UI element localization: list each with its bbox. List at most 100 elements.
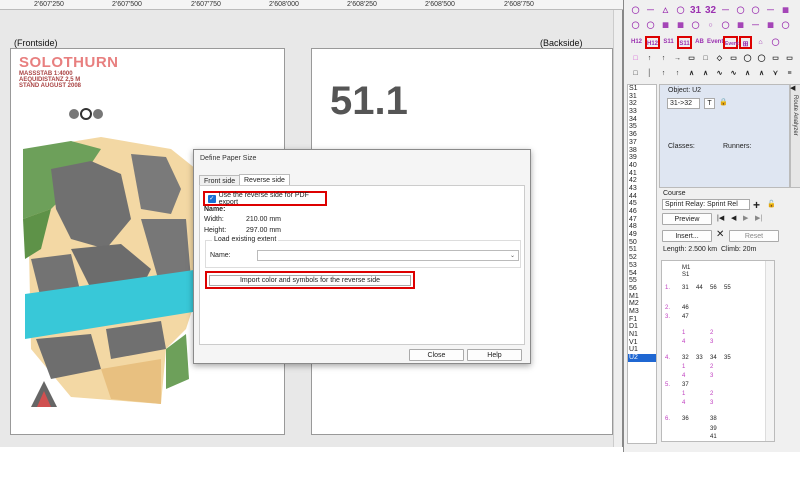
symbol-circle-icon[interactable]: ◯ [779,19,792,32]
leg-code[interactable]: 1 [682,330,685,336]
control-code-item[interactable]: M1 [628,293,656,301]
control-code-item[interactable]: M3 [628,308,656,316]
leg-code[interactable]: 38 [710,416,717,422]
control-code-item[interactable]: F1 [628,316,656,324]
symbol-h12-selected[interactable]: H12 [645,36,660,49]
symbol-line-icon[interactable]: — [719,4,732,17]
symbol-peak-icon[interactable]: ∧ [699,67,712,80]
control-code-item[interactable]: 51 [628,246,656,254]
leg-code[interactable]: 2 [710,364,713,370]
symbol-31[interactable]: 31 [689,4,702,17]
symbol-circle-icon[interactable]: ◯ [674,4,687,17]
symbol-arrow-up-icon[interactable]: ↑ [643,52,656,65]
legs-scrollbar[interactable] [765,261,774,441]
course-legs-list[interactable]: M1 S1 1. 31 44 56 55 2. 46 3. 47 1 2 4 3 4. 32 33 34 35 1 2 4 3… [661,260,775,442]
symbol-house-icon[interactable]: ⌂ [754,36,767,49]
control-code-item[interactable]: 34 [628,116,656,124]
symbol-vee-icon[interactable]: ⋎ [769,67,782,80]
symbol-s11-selected[interactable]: S11 [677,36,692,49]
symbol-line-icon[interactable]: — [764,4,777,17]
symbol-circle-icon[interactable]: ◯ [644,19,657,32]
leg-code[interactable]: 36 [682,416,689,422]
control-code-item[interactable]: 56 [628,285,656,293]
control-code-item[interactable]: 48 [628,223,656,231]
leg-code[interactable]: 56 [710,285,717,291]
reset-button[interactable]: Reset [729,230,779,242]
control-code-item[interactable]: S1 [628,85,656,93]
symbol-hatch-icon[interactable]: ▦ [734,19,747,32]
leg-code[interactable]: 44 [696,285,703,291]
control-code-item[interactable]: U2 [628,354,656,362]
leg-code[interactable]: 41 [710,434,717,440]
route-analyzer-tab[interactable]: Route Analyzer [790,84,800,188]
symbol-rect-icon[interactable]: ▭ [685,52,698,65]
symbol-32[interactable]: 32 [704,4,717,17]
control-code-item[interactable]: 45 [628,200,656,208]
symbol-circle-icon[interactable]: ◯ [749,4,762,17]
leg-code[interactable]: 47 [682,314,689,320]
import-color-symbols-button[interactable]: Import color and symbols for the reverse… [209,275,411,286]
last-icon[interactable]: ▶| [755,214,762,222]
leg-code[interactable]: 4 [682,339,685,345]
symbol-square-icon[interactable]: □ [629,52,642,65]
lock-icon[interactable]: 🔓 [767,200,776,208]
leg-code[interactable]: 1 [682,364,685,370]
control-code-item[interactable]: 53 [628,262,656,270]
leg-code[interactable]: 55 [724,285,731,291]
leg-code[interactable]: 2 [710,330,713,336]
symbol-circle-icon[interactable]: ○ [704,19,717,32]
control-code-item[interactable]: 35 [628,123,656,131]
close-button[interactable]: Close [409,349,464,361]
control-code-item[interactable]: 43 [628,185,656,193]
symbol-circle-icon[interactable]: ◯ [719,19,732,32]
symbol-circle-icon[interactable]: ◯ [629,4,642,17]
symbol-wave-icon[interactable]: ∿ [713,67,726,80]
control-code-item[interactable]: 47 [628,216,656,224]
control-code-item[interactable]: M2 [628,300,656,308]
control-code-item[interactable]: 50 [628,239,656,247]
control-code-item[interactable]: V1 [628,339,656,347]
course-select[interactable]: Sprint Relay: Sprint Rel [662,199,750,210]
symbol-rect-icon[interactable]: ▭ [769,52,782,65]
leg-code[interactable]: 35 [724,355,731,361]
symbol-s11[interactable]: S11 [661,36,676,49]
control-code-item[interactable]: 55 [628,277,656,285]
insert-button[interactable]: Insert... [662,230,712,242]
symbol-circle-icon[interactable]: ◯ [741,52,754,65]
leg-code[interactable]: 39 [710,426,717,432]
control-code-item[interactable]: N1 [628,331,656,339]
control-code-item[interactable]: 42 [628,177,656,185]
reverse-side-checkbox[interactable]: ✓ [208,194,216,203]
control-code-item[interactable]: 49 [628,231,656,239]
symbol-hatch-icon[interactable]: ▦ [764,19,777,32]
symbol-event-selected[interactable]: Event [723,36,739,49]
leg-code[interactable]: 3 [710,339,713,345]
lock-icon[interactable]: 🔒 [719,98,728,106]
symbol-arrow-up-icon[interactable]: ↑ [657,52,670,65]
leg-code[interactable]: 37 [682,382,689,388]
symbol-arrow-up-icon[interactable]: ↑ [657,67,670,80]
workspace-scrollbar[interactable] [613,10,622,447]
control-code-item[interactable]: 41 [628,170,656,178]
next-icon[interactable]: ▶ [743,214,748,222]
help-button[interactable]: Help [467,349,522,361]
collapse-arrow-icon[interactable]: ◀ [790,84,795,92]
symbol-hatch-icon[interactable]: ▦ [779,4,792,17]
symbol-grid-icon[interactable]: ⊞ [739,36,752,49]
control-code-item[interactable]: 33 [628,108,656,116]
control-code-item[interactable]: 32 [628,100,656,108]
symbol-arrow-up-icon[interactable]: ↑ [671,67,684,80]
object-code-field[interactable]: 31->32 [667,98,700,109]
symbol-circle-icon[interactable]: ◯ [629,19,642,32]
leg-code[interactable]: 46 [682,305,689,311]
leg-code[interactable]: 34 [710,355,717,361]
control-code-item[interactable]: D1 [628,323,656,331]
control-code-item[interactable]: 44 [628,193,656,201]
symbol-circle-icon[interactable]: ◯ [769,36,782,49]
symbol-h12[interactable]: H12 [629,36,644,49]
control-code-item[interactable]: 54 [628,270,656,278]
leg-code[interactable]: 4 [682,400,685,406]
symbol-arrow-right-icon[interactable]: → [671,52,684,65]
leg-code[interactable]: 3 [710,373,713,379]
symbol-rect-icon[interactable]: ▭ [783,52,796,65]
